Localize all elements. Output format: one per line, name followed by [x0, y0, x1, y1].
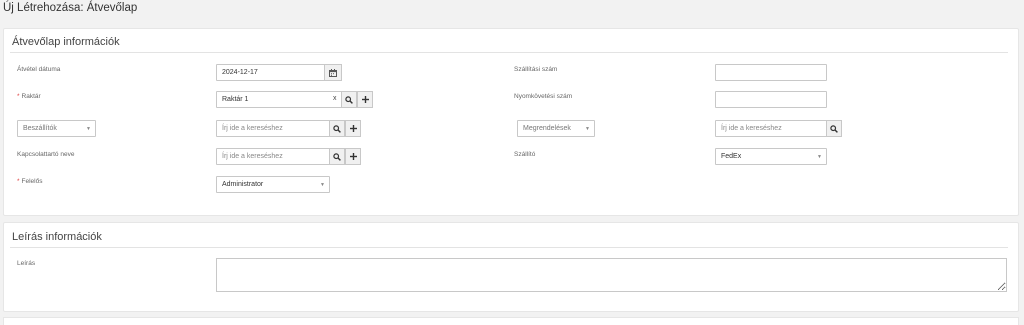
suppliers-search-placeholder: Írj ide a kereséshez: [222, 125, 283, 132]
contact-search-input[interactable]: Írj ide a kereséshez: [216, 148, 330, 165]
calendar-button[interactable]: [324, 64, 342, 81]
next-panel-edge: [3, 317, 1019, 325]
section-title-receipt: Átvevőlap információk: [12, 36, 120, 48]
carrier-label: Szállító: [514, 151, 536, 158]
shipping-number-input[interactable]: [715, 64, 827, 81]
search-icon: [345, 95, 353, 104]
required-marker: *: [17, 93, 20, 100]
description-label: Leírás: [17, 260, 36, 267]
description-textarea[interactable]: [216, 258, 1007, 292]
warehouse-search-button[interactable]: [341, 91, 357, 108]
receipt-date-field[interactable]: 2024-12-17: [216, 64, 342, 81]
contact-search-button[interactable]: [329, 148, 345, 165]
responsible-label: * Felelős: [17, 178, 43, 185]
section-divider: [10, 52, 1008, 53]
orders-selected: Megrendelések: [523, 125, 571, 132]
calendar-icon: [329, 68, 337, 77]
contact-search-placeholder: Írj ide a kereséshez: [222, 153, 283, 160]
orders-select[interactable]: Megrendelések ▼: [517, 120, 595, 137]
suppliers-select[interactable]: Beszállítók ▼: [17, 120, 96, 137]
caret-down-icon: ▼: [817, 154, 822, 160]
suppliers-add-button[interactable]: [345, 120, 361, 137]
suppliers-selected: Beszállítók: [23, 125, 57, 132]
contact-name-label: Kapcsolattartó neve: [17, 151, 75, 158]
responsible-label-text: Felelős: [21, 178, 43, 185]
warehouse-value: Raktár 1: [222, 96, 249, 103]
orders-search-placeholder: Írj ide a kereséshez: [721, 125, 782, 132]
section-title-description: Leírás információk: [12, 231, 102, 243]
search-icon: [333, 152, 341, 161]
warehouse-add-button[interactable]: [357, 91, 373, 108]
tracking-number-label: Nyomkövetési szám: [514, 93, 573, 100]
warehouse-clear-button[interactable]: x: [333, 95, 337, 102]
orders-search-input[interactable]: Írj ide a kereséshez: [715, 120, 827, 137]
description-info-panel: Leírás információk Leírás: [3, 222, 1019, 312]
contact-add-button[interactable]: [345, 148, 361, 165]
orders-search-button[interactable]: [826, 120, 842, 137]
carrier-select[interactable]: FedEx ▼: [715, 148, 827, 165]
search-icon: [333, 124, 341, 133]
warehouse-select[interactable]: Raktár 1 x: [216, 91, 342, 108]
suppliers-search-button[interactable]: [329, 120, 345, 137]
responsible-selected: Administrator: [222, 181, 264, 188]
plus-icon: [361, 96, 369, 103]
receipt-date-label: Átvétel dátuma: [17, 66, 61, 73]
caret-down-icon: ▼: [320, 182, 325, 188]
receipt-date-value: 2024-12-17: [222, 69, 258, 76]
warehouse-label-text: Raktár: [21, 93, 41, 100]
carrier-selected: FedEx: [721, 153, 742, 160]
tracking-number-input[interactable]: [715, 91, 827, 108]
caret-down-icon: ▼: [585, 126, 590, 132]
search-icon: [830, 124, 838, 133]
receipt-info-panel: Átvevőlap információk Átvétel dátuma 202…: [3, 28, 1019, 216]
warehouse-label: * Raktár: [17, 93, 41, 100]
plus-icon: [349, 125, 357, 132]
plus-icon: [349, 153, 357, 160]
suppliers-search-input[interactable]: Írj ide a kereséshez: [216, 120, 330, 137]
required-marker: *: [17, 178, 20, 185]
section-divider: [10, 247, 1008, 248]
caret-down-icon: ▼: [86, 126, 91, 132]
responsible-select[interactable]: Administrator ▼: [216, 176, 330, 193]
shipping-number-label: Szállítási szám: [514, 66, 558, 73]
page-title: Új Létrehozása: Átvevőlap: [3, 2, 138, 14]
